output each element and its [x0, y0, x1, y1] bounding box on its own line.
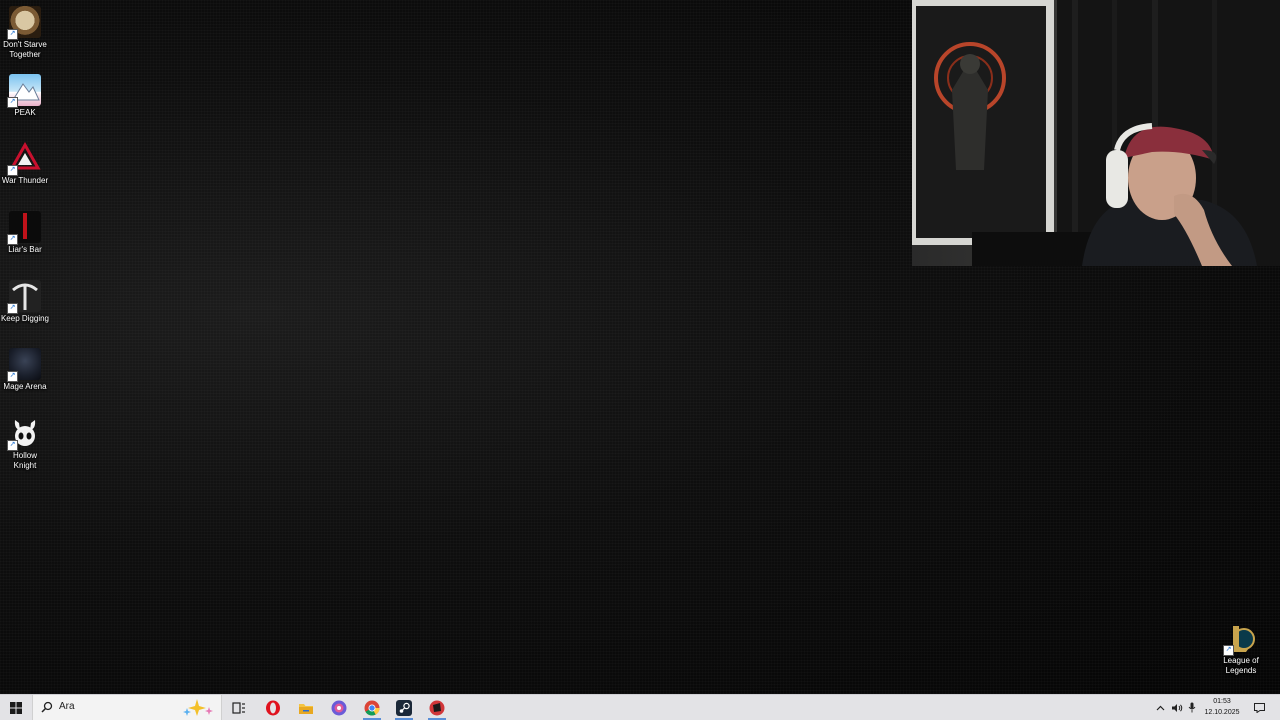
- riot-icon: [429, 700, 445, 715]
- volume-button[interactable]: [1169, 695, 1185, 720]
- peak-icon: ↗: [7, 74, 41, 108]
- webcam-overlay: [912, 0, 1280, 266]
- keep-digging-icon: ↗: [7, 280, 41, 314]
- search-box[interactable]: Ara: [32, 695, 222, 720]
- desktop-icon-hollow-knight[interactable]: ↗ Hollow Knight: [0, 417, 50, 471]
- notification-center-button[interactable]: [1250, 695, 1268, 720]
- opera-icon: [266, 700, 280, 715]
- desktop-icon-label: Liar's Bar: [8, 245, 42, 254]
- desktop-icon-label: Hollow: [12, 451, 37, 460]
- show-hidden-icons-button[interactable]: [1153, 695, 1167, 720]
- league-of-legends-icon: ↗: [1223, 622, 1257, 656]
- desktop-icon-label: Legends: [1225, 666, 1257, 675]
- steam-icon: [396, 699, 412, 716]
- desktop-icon-label: League of: [1223, 656, 1259, 665]
- start-button[interactable]: [0, 695, 32, 720]
- desktop-icon-peak[interactable]: ↗ PEAK: [0, 74, 50, 118]
- liars-bar-icon: ↗: [7, 211, 41, 245]
- search-placeholder: Ara: [59, 701, 75, 712]
- windows-icon: [10, 701, 22, 714]
- desktop-icon-league-of-legends[interactable]: ↗ League of Legends: [1216, 622, 1266, 676]
- task-view-button[interactable]: [224, 695, 254, 720]
- taskbar-file-explorer-button[interactable]: [291, 695, 321, 720]
- desktop-icon-label: Keep Digging: [0, 314, 50, 323]
- hollow-knight-icon: ↗: [7, 417, 41, 451]
- dont-starve-together-icon: ↗: [7, 6, 41, 40]
- system-clock[interactable]: 01:53 12.10.2025: [1198, 696, 1246, 718]
- chat-app-icon: [331, 700, 347, 715]
- notification-icon: [1253, 702, 1265, 713]
- microphone-button[interactable]: [1185, 695, 1199, 720]
- taskbar-steam-button[interactable]: [389, 695, 419, 720]
- clock-date: 12.10.2025: [1204, 709, 1240, 716]
- taskbar-chrome-button[interactable]: [357, 695, 387, 720]
- desktop-icon-label: Together: [9, 50, 41, 59]
- desktop-icon-label: War Thunder: [1, 176, 49, 185]
- desktop-icon-mage-arena[interactable]: ↗ Mage Arena: [0, 348, 50, 392]
- microphone-icon: [1188, 702, 1196, 713]
- taskbar-chat-app-button[interactable]: [324, 695, 354, 720]
- search-icon: [41, 701, 53, 713]
- desktop-icon-liars-bar[interactable]: ↗ Liar's Bar: [0, 211, 50, 255]
- taskbar-riot-button[interactable]: [422, 695, 452, 720]
- taskbar-opera-button[interactable]: [258, 695, 288, 720]
- desktop-icon-war-thunder[interactable]: ↗ War Thunder: [0, 141, 50, 186]
- mage-arena-icon: ↗: [7, 348, 41, 382]
- clock-time: 01:53: [1213, 698, 1231, 705]
- folder-icon: [299, 703, 313, 714]
- desktop-icon-dont-starve-together[interactable]: ↗ Don't Starve Together: [0, 6, 50, 60]
- chevron-up-icon: [1156, 705, 1164, 710]
- task-view-icon: [232, 701, 245, 714]
- desktop-icon-label: Mage Arena: [3, 382, 47, 391]
- sparkle-icon: [183, 699, 213, 716]
- war-thunder-icon: ↗: [7, 141, 41, 176]
- desktop-icon-label: Don't Starve: [3, 40, 47, 49]
- taskbar: Ara 01:53 12.10.2025: [0, 694, 1280, 720]
- desktop-icon-label: PEAK: [14, 108, 36, 117]
- desktop-icon-label: Knight: [13, 461, 37, 470]
- desktop-icon-keep-digging[interactable]: ↗ Keep Digging: [0, 280, 50, 324]
- speaker-icon: [1172, 703, 1183, 712]
- chrome-icon: [364, 700, 380, 715]
